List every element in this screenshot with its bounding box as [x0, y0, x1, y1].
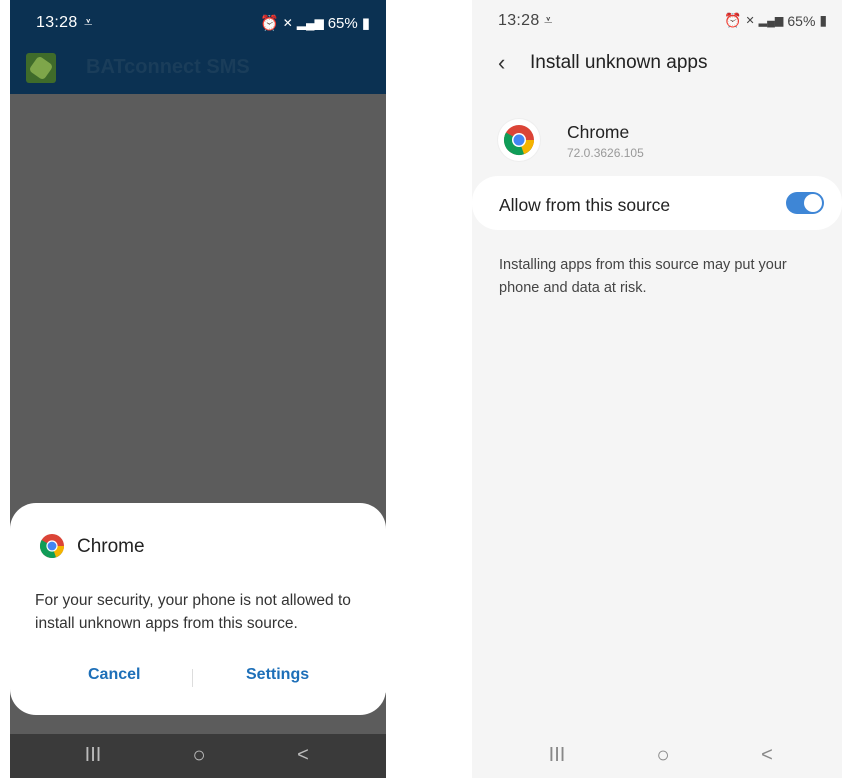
download-done-icon: ⩡	[84, 14, 93, 31]
dialog-title: Chrome	[77, 536, 145, 557]
dialog-message: For your security, your phone is not all…	[35, 592, 351, 632]
page-header: ‹ Install unknown apps	[498, 50, 707, 76]
status-bar: 13:28 ⩡ ⏰ ✕ ▂▄▆ 65% ▮	[10, 0, 386, 42]
battery-icon: ▮	[361, 15, 371, 32]
back-button[interactable]: <	[752, 744, 782, 767]
app-logo	[26, 53, 56, 83]
right-phone-screen: 13:28 ⩡ ⏰ ✕ ▂▄▆ 65% ▮ ‹ Install unknown …	[472, 0, 842, 778]
battery-percent: 65%	[327, 14, 358, 32]
allow-source-row[interactable]: Allow from this source	[472, 176, 842, 230]
security-warning: Installing apps from this source may put…	[499, 257, 787, 296]
status-time: 13:28	[498, 12, 540, 29]
app-bar: BATconnect SMS	[10, 42, 386, 94]
chrome-icon	[39, 533, 65, 564]
page-title: Install unknown apps	[530, 52, 708, 73]
navigation-bar: III ○ <	[472, 734, 842, 778]
mute-icon: ✕	[282, 16, 293, 30]
toggle-label: Allow from this source	[499, 195, 671, 215]
status-time: 13:28	[36, 14, 78, 31]
home-button[interactable]: ○	[184, 742, 214, 768]
switch-knob	[804, 194, 822, 212]
download-done-icon: ⩡	[544, 12, 553, 29]
alarm-icon: ⏰	[724, 12, 742, 28]
app-version: 72.0.3626.105	[567, 146, 644, 160]
button-divider	[192, 669, 193, 687]
app-title: BATconnect SMS	[86, 56, 250, 78]
settings-button[interactable]: Settings	[246, 666, 309, 684]
battery-percent: 65%	[787, 12, 816, 29]
allow-source-switch[interactable]	[786, 192, 824, 214]
security-dialog: Chrome For your security, your phone is …	[10, 503, 386, 715]
recents-button[interactable]: III	[542, 744, 572, 767]
chrome-app-icon	[498, 119, 540, 161]
status-icons: ⏰ ✕ ▂▄▆ 65% ▮	[260, 14, 371, 33]
back-arrow-icon[interactable]: ‹	[498, 50, 516, 76]
navigation-bar: III ○ <	[10, 734, 386, 778]
battery-icon: ▮	[819, 12, 828, 28]
alarm-icon: ⏰	[260, 15, 279, 32]
app-name: Chrome	[567, 122, 630, 142]
status-icons: ⏰ ✕ ▂▄▆ 65% ▮	[724, 12, 827, 29]
left-phone-screen: 13:28 ⩡ ⏰ ✕ ▂▄▆ 65% ▮ BATconnect SMS Chr…	[10, 0, 386, 778]
mute-icon: ✕	[745, 15, 755, 27]
signal-icon: ▂▄▆	[758, 15, 784, 27]
signal-icon: ▂▄▆	[296, 16, 324, 30]
recents-button[interactable]: III	[78, 744, 108, 767]
back-button[interactable]: <	[288, 744, 318, 767]
cancel-button[interactable]: Cancel	[88, 666, 140, 684]
home-button[interactable]: ○	[648, 742, 678, 768]
